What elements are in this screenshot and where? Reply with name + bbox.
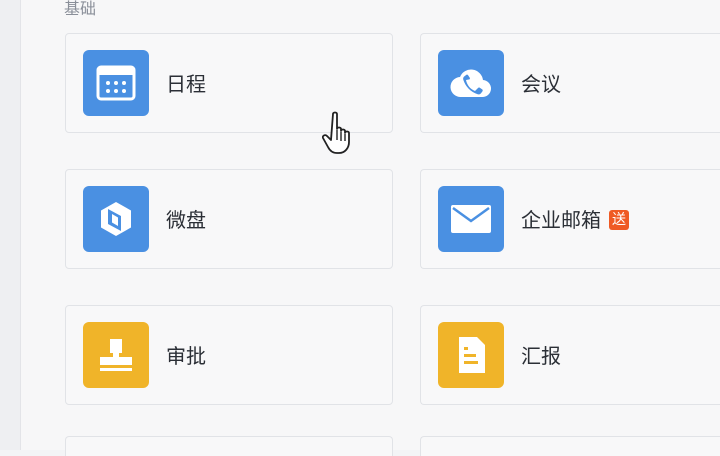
app-card-drive[interactable]: 微盘 xyxy=(65,169,393,269)
app-card-schedule[interactable]: 日程 xyxy=(65,33,393,133)
cloud-phone-icon xyxy=(438,50,504,116)
app-card-approval[interactable]: 审批 xyxy=(65,305,393,405)
app-label: 日程 xyxy=(166,72,206,96)
app-card-email[interactable]: 企业邮箱送 xyxy=(420,169,720,269)
app-card-report[interactable]: 汇报 xyxy=(420,305,720,405)
report-icon xyxy=(438,322,504,388)
left-sidebar-edge xyxy=(0,0,21,450)
mail-icon xyxy=(438,186,504,252)
drive-icon xyxy=(83,186,149,252)
app-label: 企业邮箱送 xyxy=(521,206,629,234)
app-label: 汇报 xyxy=(521,344,561,368)
section-title: 基础 xyxy=(64,0,97,18)
app-label: 会议 xyxy=(521,72,561,96)
app-card-meeting[interactable]: 会议 xyxy=(420,33,720,133)
gift-badge: 送 xyxy=(609,210,629,230)
stamp-icon xyxy=(83,322,149,388)
app-card-partial[interactable] xyxy=(65,436,393,456)
app-card-partial[interactable] xyxy=(420,436,720,456)
calendar-icon xyxy=(83,50,149,116)
app-label: 审批 xyxy=(166,344,206,368)
app-label: 微盘 xyxy=(166,208,206,232)
